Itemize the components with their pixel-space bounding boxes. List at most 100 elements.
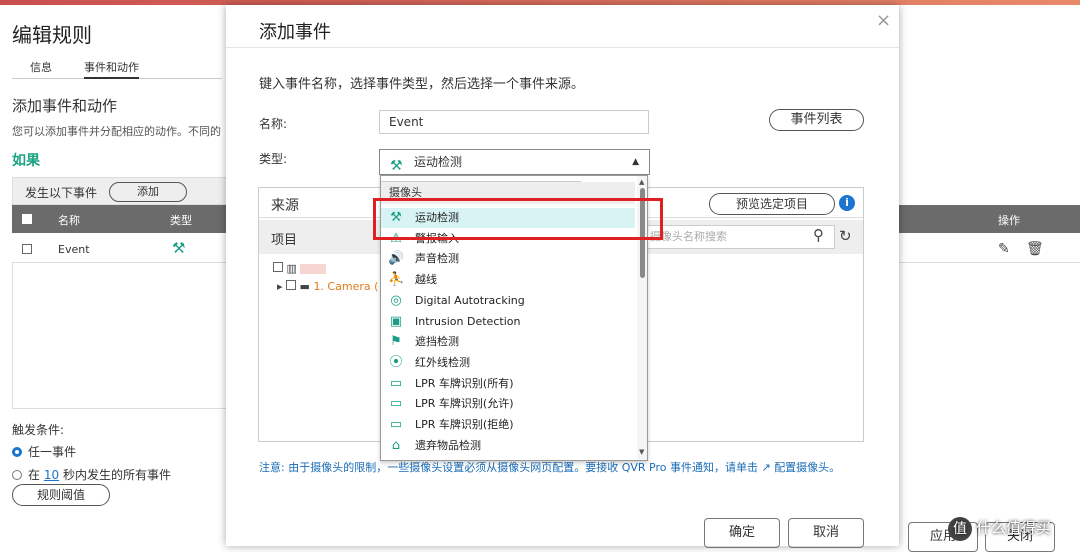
type-label: 类型:: [259, 152, 288, 166]
scroll-down-icon[interactable]: ▼: [639, 448, 644, 456]
motion-icon: ⚒: [172, 239, 186, 257]
info-icon[interactable]: i: [839, 195, 855, 211]
autotracking-icon: ◎: [390, 292, 402, 308]
divider: [226, 47, 899, 48]
configure-camera-link[interactable]: 配置摄像头。: [774, 461, 840, 474]
close-icon[interactable]: ×: [876, 10, 891, 31]
dropdown-item[interactable]: ▭ LPR 车牌识别(允许): [381, 394, 635, 414]
dropdown-item-label: LPR 车牌识别(所有): [415, 376, 514, 390]
caret-up-icon: ▲: [632, 157, 639, 167]
tree-server-node[interactable]: ▥: [273, 262, 327, 275]
row-checkbox[interactable]: [22, 244, 32, 254]
sound-icon: 🔊: [388, 251, 405, 267]
dropdown-item[interactable]: ▭ LPR 车牌识别(所有): [381, 374, 635, 394]
lpr-all-icon: ▭: [389, 375, 403, 391]
trigger-option-any-label: 任一事件: [28, 445, 77, 459]
name-input[interactable]: Event: [379, 110, 649, 134]
trigger-option-within[interactable]: 在 10 秒内发生的所有事件: [12, 466, 171, 483]
column-type: 类型: [170, 214, 192, 227]
dropdown-item-label: Intrusion Detection: [415, 314, 521, 328]
radio-within[interactable]: [12, 470, 22, 480]
infrared-icon: ⦿: [389, 354, 403, 370]
dropdown-item[interactable]: ⦿ 红外线检测: [381, 353, 635, 373]
rule-threshold-button[interactable]: 规则阈值: [12, 484, 110, 506]
dropdown-item[interactable]: ▣ Intrusion Detection: [381, 312, 635, 332]
dropdown-item[interactable]: ⚑ 遮挡检测: [381, 332, 635, 352]
row-actions: ✎ 🗑: [898, 235, 1080, 263]
refresh-icon[interactable]: ↻: [839, 227, 852, 245]
dropdown-item-label: Digital Autotracking: [415, 293, 525, 307]
table-row[interactable]: Event ⚒: [12, 235, 227, 263]
events-table-header: 名称 类型: [12, 205, 227, 233]
tree-checkbox[interactable]: [273, 262, 283, 272]
events-table-body: [12, 263, 227, 409]
within-suffix: 秒内发生的所有事件: [62, 468, 171, 482]
events-toolbar-label: 发生以下事件: [25, 186, 98, 200]
camera-icon: ▬: [299, 280, 310, 293]
lpr-allow-icon: ▭: [389, 396, 403, 412]
name-label: 名称:: [259, 117, 288, 131]
type-select-value: 运动检测: [414, 155, 463, 169]
watermark-logo-icon: 值: [948, 516, 972, 541]
dialog-intro: 键入事件名称，选择事件类型，然后选择一个事件来源。: [259, 77, 585, 92]
trash-icon[interactable]: 🗑: [1026, 241, 1044, 257]
tab-bar: 信息 事件和动作: [12, 57, 222, 79]
dropdown-item[interactable]: ⛹ 越线: [381, 270, 635, 290]
event-list-button[interactable]: 事件列表: [769, 109, 864, 131]
external-link-icon[interactable]: ↗: [761, 461, 770, 474]
actions-header-label: 操作: [998, 214, 1020, 227]
dialog-title: 添加事件: [259, 22, 331, 43]
select-all-checkbox[interactable]: [22, 214, 32, 224]
items-label: 项目: [271, 233, 298, 248]
page-title: 编辑规则: [12, 23, 92, 47]
section-description: 您可以添加事件并分配相应的动作。不同的: [12, 125, 221, 138]
server-icon: ▥: [286, 262, 297, 275]
dropdown-item[interactable]: 🔊 声音检测: [381, 249, 635, 269]
note-body: 注意: 由于摄像头的限制，一些摄像头设置必须从摄像头网页配置。要接收 QVR P…: [259, 461, 758, 474]
tree-camera-checkbox[interactable]: [286, 280, 297, 290]
camera-search-input[interactable]: 摄像头名称搜索: [645, 225, 835, 249]
scroll-up-icon[interactable]: ▲: [639, 178, 644, 186]
dropdown-item-label: 越线: [415, 273, 437, 287]
add-event-button[interactable]: 添加: [109, 182, 187, 202]
column-name: 名称: [58, 214, 80, 227]
watermark: 值什么值得买: [948, 513, 1076, 543]
seconds-link[interactable]: 10: [44, 468, 59, 482]
tab-info[interactable]: 信息: [30, 59, 52, 75]
preview-selected-button[interactable]: 预览选定项目: [709, 193, 835, 215]
lpr-deny-icon: ▭: [389, 417, 403, 432]
dropdown-item-label: LPR 车牌识别(允许): [415, 397, 514, 411]
abandoned-object-icon: ⌂: [391, 437, 401, 453]
expand-arrow-icon[interactable]: ▸: [277, 280, 283, 293]
redacted-server-name: [300, 264, 327, 274]
type-select[interactable]: ⚒ 运动检测 ▲: [379, 149, 650, 175]
dropdown-item-label: 遗弃物品检测: [415, 438, 481, 452]
line-crossing-icon: ⛹: [388, 272, 405, 288]
cancel-button[interactable]: 取消: [788, 518, 864, 548]
edit-icon[interactable]: ✎: [998, 241, 1010, 257]
section-title: 添加事件和动作: [12, 97, 118, 115]
dropdown-item-label: 遮挡检测: [415, 335, 459, 349]
red-highlight-box: [373, 198, 663, 240]
tree-camera-label: 1. Camera (: [313, 280, 379, 293]
radio-any[interactable]: [12, 447, 22, 457]
dropdown-item[interactable]: ▭ LPR 车牌识别(拒绝): [381, 415, 635, 435]
dropdown-item-label: 声音检测: [415, 252, 459, 266]
ok-button[interactable]: 确定: [704, 518, 780, 548]
dropdown-item-label: LPR 车牌识别(拒绝): [415, 418, 514, 431]
dropdown-item[interactable]: ⌂ 遗弃物品检测: [381, 436, 635, 456]
intrusion-icon: ▣: [389, 313, 403, 329]
tab-events-actions[interactable]: 事件和动作: [84, 59, 139, 79]
actions-column-header: 操作: [898, 205, 1080, 233]
tamper-icon: ⚑: [390, 334, 402, 350]
trigger-label: 触发条件:: [12, 423, 65, 437]
within-prefix: 在: [28, 468, 41, 482]
tree-camera-node[interactable]: ▸ ▬ 1. Camera (: [277, 280, 378, 293]
source-label: 来源: [271, 198, 299, 214]
note-text: 注意: 由于摄像头的限制，一些摄像头设置必须从摄像头网页配置。要接收 QVR P…: [259, 460, 849, 475]
row-event-name: Event: [58, 243, 90, 256]
dropdown-item[interactable]: ◎ Digital Autotracking: [381, 291, 635, 311]
search-icon[interactable]: ⚲: [813, 226, 824, 244]
trigger-option-any[interactable]: 任一事件: [12, 443, 76, 460]
events-toolbar: 发生以下事件 添加: [12, 177, 227, 205]
